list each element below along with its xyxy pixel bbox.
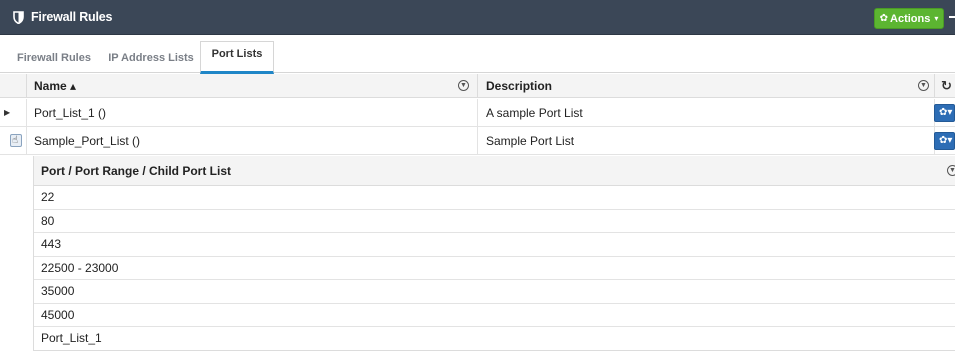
filter-icon[interactable]: ▼ (458, 80, 469, 91)
row-description: A sample Port List (486, 106, 583, 120)
tab-ip-address-lists[interactable]: IP Address Lists (103, 44, 199, 73)
shield-icon (13, 11, 24, 24)
row-menu-button[interactable]: ✿▾ (934, 104, 955, 122)
subgrid-header: Port / Port Range / Child Port List ▼ (34, 156, 955, 186)
list-item: 22500 - 23000 (34, 257, 955, 280)
column-divider (477, 99, 478, 127)
column-divider (477, 127, 478, 155)
tab-bar: Firewall Rules IP Address Lists Port Lis… (0, 36, 955, 74)
list-item: Port_List_1 (34, 327, 955, 351)
row-name: Port_List_1 () (34, 106, 107, 120)
tab-label: Port Lists (211, 48, 263, 60)
port-value: 35000 (41, 284, 75, 298)
port-value: Port_List_1 (41, 331, 102, 345)
refresh-icon[interactable]: ↻ (941, 78, 952, 94)
port-value: 22 (41, 190, 55, 204)
port-value: 22500 - 23000 (41, 260, 119, 275)
panel-title: Firewall Rules (31, 10, 113, 24)
column-divider (26, 127, 27, 155)
column-header-name[interactable]: Name ▴ (34, 74, 76, 98)
row-name: Sample_Port_List () (34, 134, 141, 148)
column-divider (26, 99, 27, 127)
column-divider (26, 74, 27, 98)
actions-button-label: Actions (890, 12, 931, 25)
table-row[interactable]: ☝ Sample_Port_List () Sample Port List ✿… (0, 127, 955, 155)
column-divider (934, 74, 935, 98)
minimize-icon[interactable] (949, 16, 955, 18)
list-item: 22 (34, 186, 955, 210)
table-row[interactable]: ▶ Port_List_1 () A sample Port List ✿▾ (0, 99, 955, 127)
list-item: 80 (34, 210, 955, 233)
actions-button[interactable]: ✿ Actions ▾ (874, 8, 944, 29)
grid-header: Name ▴ ▼ Description ▼ ↻ (0, 74, 955, 98)
row-description: Sample Port List (486, 134, 575, 148)
gear-icon: ✿▾ (939, 135, 953, 146)
tab-label: Firewall Rules (17, 52, 91, 64)
port-value: 80 (41, 213, 55, 228)
port-list-detail-grid: Port / Port Range / Child Port List ▼ 22… (33, 156, 955, 351)
hand-cursor-icon: ☝ (12, 135, 19, 146)
port-value: 443 (41, 237, 62, 251)
panel-titlebar: Firewall Rules ✿ Actions ▾ (0, 0, 955, 35)
list-item: 35000 (34, 280, 955, 304)
list-item: 45000 (34, 304, 955, 327)
tab-label: IP Address Lists (108, 52, 194, 64)
tab-firewall-rules[interactable]: Firewall Rules (8, 44, 100, 73)
filter-icon[interactable]: ▼ (947, 165, 955, 176)
port-value: 45000 (41, 307, 75, 322)
column-header-description[interactable]: Description (486, 74, 552, 98)
filter-icon[interactable]: ▼ (918, 80, 929, 91)
row-menu-button[interactable]: ✿▾ (934, 132, 955, 150)
gear-icon: ✿▾ (939, 107, 953, 118)
collapse-toggle[interactable]: ☝ (10, 134, 22, 147)
column-divider (477, 74, 478, 98)
column-header-port[interactable]: Port / Port Range / Child Port List (41, 164, 231, 178)
tab-port-lists[interactable]: Port Lists (200, 41, 274, 74)
list-item: 443 (34, 233, 955, 257)
gear-icon: ✿ (879, 13, 889, 24)
chevron-right-icon[interactable]: ▶ (4, 108, 10, 117)
chevron-down-icon: ▾ (934, 14, 939, 23)
